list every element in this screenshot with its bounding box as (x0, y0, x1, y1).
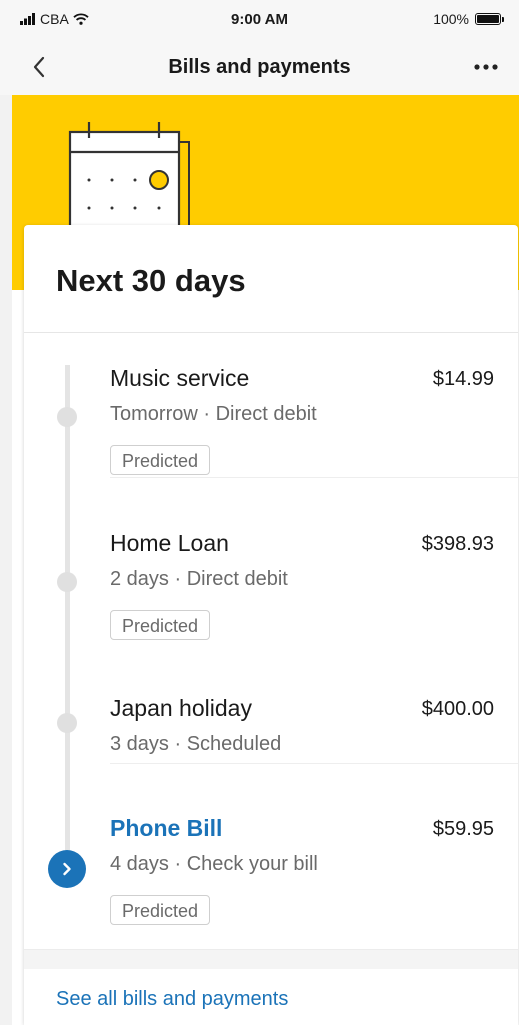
more-button[interactable] (471, 54, 503, 80)
bill-meta: 2 days · Direct debit (110, 568, 288, 590)
more-icon (474, 64, 498, 70)
see-all-link[interactable]: See all bills and payments (56, 988, 288, 1011)
bill-item-phone-bill[interactable]: Phone Bill $59.95 4 days · Check your bi… (24, 815, 518, 925)
bill-item-home-loan[interactable]: Home Loan $398.93 2 days · Direct debit … (24, 530, 518, 640)
status-battery-group: 100% (433, 11, 504, 27)
timeline-dot (57, 407, 77, 427)
bill-item-japan-holiday[interactable]: Japan holiday $400.00 3 days · Scheduled (24, 695, 518, 765)
card-title: Next 30 days (56, 263, 246, 298)
status-bar: CBA 9:00 AM 100% (0, 0, 519, 40)
predicted-badge: Predicted (110, 610, 211, 640)
background-strip (0, 95, 12, 1025)
chevron-left-icon (33, 56, 45, 78)
nav-bar: Bills and payments (0, 40, 519, 95)
timeline-dot (57, 713, 77, 733)
battery-icon (475, 13, 504, 25)
bill-name: Music service (110, 365, 250, 391)
back-button[interactable] (26, 52, 54, 82)
bill-meta: 4 days · Check your bill (110, 853, 318, 875)
chevron-right-icon (63, 862, 71, 876)
bill-name: Home Loan (110, 530, 229, 556)
bill-meta: 3 days · Scheduled (110, 733, 282, 755)
bill-amount: $398.93 (421, 533, 494, 555)
predicted-badge: Predicted (110, 445, 211, 475)
page-title: Bills and payments (168, 56, 351, 78)
footer-separator (24, 949, 518, 969)
bill-meta: Tomorrow · Direct debit (110, 403, 317, 425)
predicted-badge: Predicted (110, 895, 211, 925)
timeline-dot (57, 572, 77, 592)
bill-amount: $400.00 (421, 698, 494, 720)
item-divider (110, 477, 518, 478)
bill-amount: $59.95 (432, 818, 494, 840)
bill-amount: $14.99 (432, 368, 494, 390)
bill-item-music-service[interactable]: Music service $14.99 Tomorrow · Direct d… (24, 365, 518, 475)
upcoming-card: Next 30 days Music service $14.99 Tomorr… (24, 225, 518, 1025)
bill-name: Phone Bill (110, 815, 223, 841)
active-item-indicator (48, 850, 86, 888)
card-header: Next 30 days (24, 225, 518, 333)
battery-percent: 100% (433, 11, 469, 27)
bill-name: Japan holiday (110, 695, 252, 721)
item-divider (110, 763, 518, 764)
